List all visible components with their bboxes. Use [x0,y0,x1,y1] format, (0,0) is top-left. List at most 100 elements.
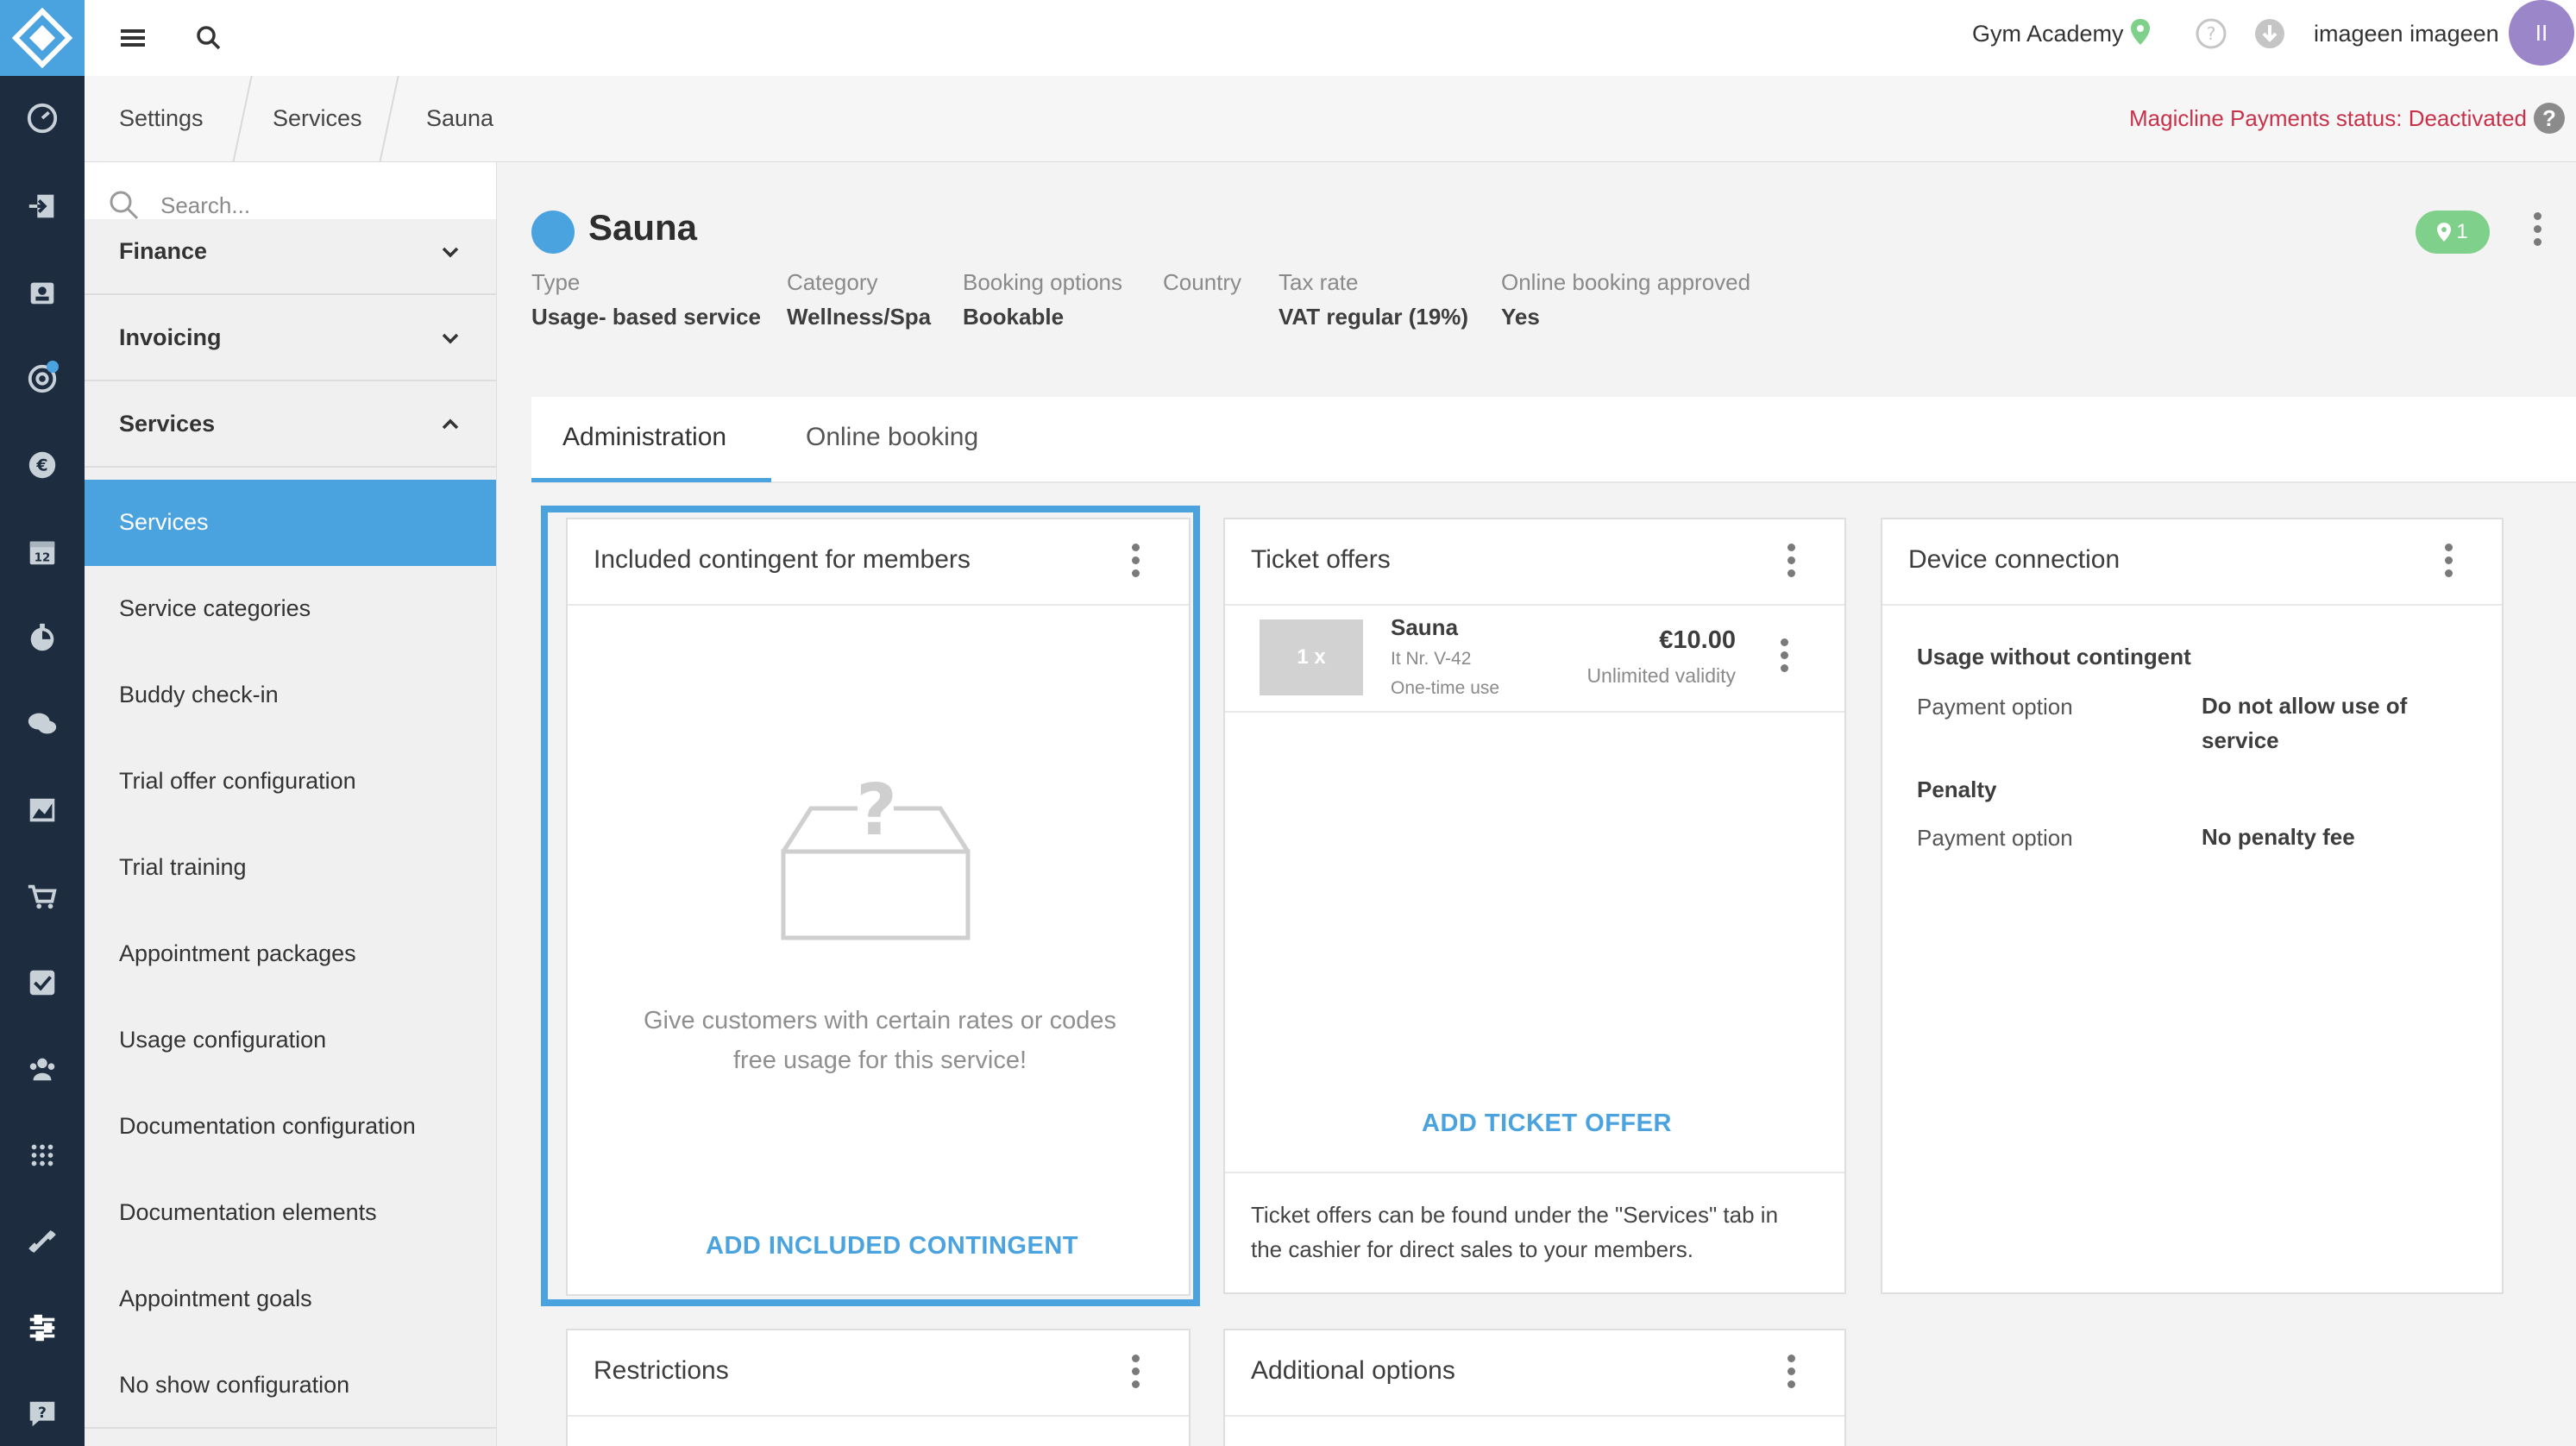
meta-value-type: Usage- based service [531,304,761,330]
keypad-icon[interactable] [0,1134,85,1177]
analytics-icon[interactable] [0,789,85,832]
meta-label-type: Type [531,269,581,295]
card-title: Additional options [1251,1356,1455,1385]
finance-euro-icon[interactable]: € [0,443,85,487]
add-included-contingent-button[interactable]: ADD INCLUDED CONTINGENT [706,1232,1078,1261]
location-count: 1 [2456,220,2468,243]
card-more-icon[interactable] [1127,1355,1144,1393]
breadcrumb-services[interactable]: Services [273,105,362,132]
training-dumbbell-icon[interactable] [0,1220,85,1263]
empty-box-icon: ? [781,772,971,940]
svg-text:?: ? [2207,23,2216,44]
app-logo[interactable] [0,0,85,76]
target-icon[interactable] [0,357,85,400]
breadcrumb-separator [232,76,253,162]
penalty-heading: Penalty [1917,776,1997,802]
svg-text:€: € [35,456,47,475]
breadcrumb-sauna: Sauna [426,105,494,131]
sidebar-group-finance[interactable]: Finance [85,219,496,295]
breadcrumb: Settings Services Sauna Magicline Paymen… [85,76,2576,162]
user-avatar[interactable]: II [2509,0,2574,66]
studio-name[interactable]: Gym Academy [1972,19,2124,48]
sidebar-item-usage-configuration[interactable]: Usage configuration [85,997,496,1084]
meta-label-country: Country [1163,269,1242,295]
meta-label-online-booking-approved: Online booking approved [1501,269,1751,295]
ticket-validity: Unlimited validity [1586,664,1736,687]
sidebar-group-label: Invoicing [119,324,222,350]
calendar-icon[interactable]: 12 [0,530,85,573]
sidebar-group-services[interactable]: Services [85,381,496,468]
shop-cart-icon[interactable] [0,875,85,918]
meta-value-booking-options: Bookable [963,304,1065,330]
payment-option-value: Do not allow use of service [2202,693,2408,753]
sidebar-item-label: Service categories [119,595,311,621]
sidebar-item-label: Buddy check-in [119,682,279,707]
notification-dot [47,361,59,373]
menu-hamburger-icon[interactable] [112,17,154,59]
tasks-check-icon[interactable] [0,961,85,1004]
chat-icon[interactable] [0,702,85,745]
sidebar-group-invoicing[interactable]: Invoicing [85,295,496,381]
settings-sidebar: Finance Invoicing Services Services Serv… [85,162,497,1446]
meta-label-tax-rate: Tax rate [1279,269,1359,295]
usage-without-contingent-heading: Usage without contingent [1917,644,2191,670]
sidebar-item-label: Trial training [119,854,247,880]
svg-text:?: ? [856,772,897,852]
meta-label-booking-options: Booking options [963,269,1123,295]
download-icon[interactable] [2253,17,2286,54]
card-more-icon[interactable] [1782,544,1800,582]
service-color-dot [531,211,575,254]
tab-online-booking[interactable]: Online booking [806,423,978,452]
svg-text:12: 12 [35,551,51,564]
sidebar-item-label: Trial offer configuration [119,768,356,794]
ticket-more-icon[interactable] [1775,638,1793,676]
settings-sliders-icon[interactable] [0,1306,85,1349]
card-header: Ticket offers [1225,519,1844,606]
penalty-payment-option-value: No penalty fee [2202,824,2355,850]
service-more-icon[interactable] [2524,212,2550,252]
card-more-icon[interactable] [1782,1355,1800,1393]
sidebar-item-no-show-configuration[interactable]: No show configuration [85,1342,496,1429]
svg-text:?: ? [38,1405,47,1422]
chevron-up-icon [442,418,459,430]
groups-icon[interactable] [0,1047,85,1091]
card-header: Additional options [1225,1330,1844,1417]
payments-status[interactable]: Magicline Payments status: Deactivated [2129,105,2527,132]
card-header: Device connection [1882,519,2502,606]
breadcrumb-settings[interactable]: Settings [119,105,204,132]
sidebar-item-label: Appointment goals [119,1286,312,1311]
ticket-name: Sauna [1391,614,1459,640]
sidebar-item-label: Appointment packages [119,940,356,966]
sidebar-item-label: Usage configuration [119,1027,327,1053]
add-ticket-offer-button[interactable]: ADD TICKET OFFER [1422,1110,1672,1138]
payments-help-icon[interactable]: ? [2534,103,2565,134]
user-name[interactable]: imageen imageen [2314,19,2499,48]
sidebar-item-services[interactable]: Services [85,480,496,566]
breadcrumb-separator [379,76,399,162]
help-chat-icon[interactable]: ? [0,1393,85,1436]
sidebar-item-trial-offer-configuration[interactable]: Trial offer configuration [85,739,496,825]
sidebar-item-appointment-goals[interactable]: Appointment goals [85,1256,496,1342]
checkin-icon[interactable] [0,185,85,228]
sidebar-group-label: Finance [119,238,208,264]
sidebar-item-buddy-check-in[interactable]: Buddy check-in [85,652,496,739]
sidebar-item-service-categories[interactable]: Service categories [85,566,496,652]
restrictions-card: Restrictions [566,1329,1191,1446]
members-icon[interactable] [0,271,85,314]
tab-administration[interactable]: Administration [562,423,726,452]
sidebar-item-appointment-packages[interactable]: Appointment packages [85,911,496,997]
dashboard-icon[interactable] [0,97,85,140]
sidebar-item-documentation-elements[interactable]: Documentation elements [85,1170,496,1256]
ticket-item-number: It Nr. V-42 [1391,649,1472,669]
card-title: Restrictions [594,1356,729,1385]
search-icon[interactable] [188,17,229,59]
card-more-icon[interactable] [2440,544,2457,582]
help-icon[interactable]: ? [2195,17,2227,54]
location-count-badge[interactable]: 1 [2416,211,2490,254]
device-connection-card: Device connection [1881,518,2504,1294]
meta-value-tax-rate: VAT regular (19%) [1279,304,1469,330]
empty-state-text: Give customers with certain rates or cod… [644,1007,1116,1074]
sidebar-item-documentation-configuration[interactable]: Documentation configuration [85,1084,496,1170]
sidebar-item-trial-training[interactable]: Trial training [85,825,496,911]
timer-icon[interactable] [0,616,85,659]
